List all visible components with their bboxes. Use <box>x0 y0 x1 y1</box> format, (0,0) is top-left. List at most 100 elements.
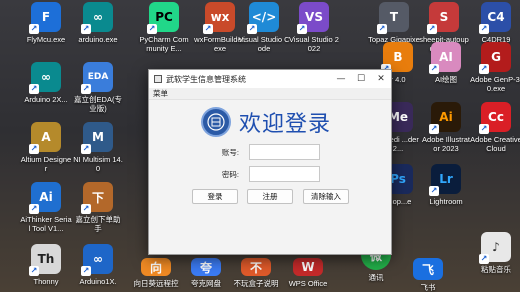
ai-draw-icon: AI ↗ <box>429 42 461 74</box>
desktop-icon-multisim[interactable]: M ↗ NI Multisim 14.0 <box>72 122 124 173</box>
vscode-icon: </> ↗ <box>247 2 279 34</box>
desktop-icon-jlc-eda[interactable]: EDA ↗ 嘉立创EDA(专业版) <box>72 62 124 113</box>
topaz-icon: T ↗ <box>377 2 409 34</box>
sheepit-icon: S ↗ <box>427 2 459 34</box>
desktop-icon-label: 嘉立创EDA(专业版) <box>74 95 122 113</box>
desktop-icon-pycharm[interactable]: PC ↗ PyCharm Community E... <box>138 2 190 53</box>
desktop-icon-wps[interactable]: W WPS Office <box>282 258 334 288</box>
thonny-icon: Th ↗ <box>29 244 61 276</box>
desktop-icon-label: arduino.exe <box>78 35 118 44</box>
desktop-icon-label: Visual Studio 2022 <box>289 35 339 53</box>
arduino-icon: ∞ ↗ <box>29 62 61 94</box>
buwan-icon: 不 <box>241 258 271 276</box>
desktop-icon-feishu[interactable]: 飞 飞书 <box>402 258 454 292</box>
emblem-icon <box>207 113 225 131</box>
desktop-icon-label: AiThinker Serial Tool V1... <box>20 215 72 233</box>
desktop-icon-arduino-exe[interactable]: ∞ ↗ arduino.exe <box>72 2 124 44</box>
desktop-icon-label: Altium Designer <box>20 155 72 173</box>
login-window: 武软学生信息管理系统 — ☐ ✕ 菜单 欢迎登录 账号: 密码: 登录 注册 清… <box>148 69 392 255</box>
desktop-icon-label: Adobe GenP-3.0.exe <box>470 75 520 93</box>
close-button[interactable]: ✕ <box>371 70 391 88</box>
desktop-icon-lightroom[interactable]: Lr ↗ Lightroom <box>420 164 472 206</box>
app-icon <box>154 75 162 83</box>
menu-item-main[interactable]: 菜单 <box>153 89 168 98</box>
desktop-icon-label: NI Multisim 14.0 <box>73 155 123 173</box>
creative-cloud-icon: Cc ↗ <box>479 102 511 134</box>
school-logo-icon <box>201 107 231 137</box>
desktop-icon-sunlogin[interactable]: 向 向日葵远程控 <box>130 258 182 288</box>
desktop-icon-label: Adobe Creative Cloud <box>470 135 520 153</box>
desktop-icon-label: 向日葵远程控 <box>133 279 179 288</box>
clear-input-button[interactable]: 清除输入 <box>303 189 349 204</box>
quark-icon: 夸 <box>191 258 221 276</box>
flymcu-icon: F ↗ <box>29 2 61 34</box>
arduino1x-icon: ∞ ↗ <box>81 244 113 276</box>
desktop-icon-illustrator[interactable]: Ai ↗ Adobe Illustrator 2023 <box>420 102 472 153</box>
desktop-icon-thonny[interactable]: Th ↗ Thonny <box>20 244 72 286</box>
music-icon: ♪ ↗ <box>479 232 511 264</box>
password-label: 密码: <box>221 170 239 179</box>
desktop-icon-label: AI绘图 <box>434 75 458 84</box>
desktop-icon-label: 夸克网盘 <box>191 279 221 288</box>
welcome-heading: 欢迎登录 <box>239 112 332 137</box>
desktop-icon-label: Adobe Illustrator 2023 <box>422 135 470 153</box>
desktop-icon-buwan[interactable]: 不 不玩盒子说明 <box>230 258 282 288</box>
register-button[interactable]: 注册 <box>247 189 293 204</box>
desktop-icon-label: Arduino1X. <box>79 277 117 286</box>
desktop-icon-label: Thonny <box>33 277 59 286</box>
desktop-icon-c4d[interactable]: C4 ↗ C4DR19 <box>470 2 520 44</box>
desktop-icon-quark[interactable]: 夸 夸克网盘 <box>180 258 232 288</box>
jlc-order-icon: 下 ↗ <box>81 182 113 214</box>
desktop-icon-label: Visual Studio Code <box>238 35 290 53</box>
title-bar[interactable]: 武软学生信息管理系统 — ☐ ✕ <box>149 70 391 88</box>
desktop-icon-altium[interactable]: A ↗ Altium Designer <box>20 122 72 173</box>
desktop-icon-label: Arduino 2X... <box>24 95 68 104</box>
account-input[interactable] <box>249 144 320 160</box>
illustrator-icon: Ai ↗ <box>429 102 461 134</box>
feishu-icon: 飞 <box>413 258 443 280</box>
desktop-icon-arduino1x[interactable]: ∞ ↗ Arduino1X. <box>72 244 124 286</box>
desktop-icon-label: 嘉立创下单助手 <box>75 215 121 233</box>
desktop-icon-label: Lightroom <box>429 197 463 206</box>
desktop-icon-label: 不玩盒子说明 <box>233 279 279 288</box>
account-row: 账号: <box>149 144 391 160</box>
pycharm-icon: PC ↗ <box>147 2 179 34</box>
c4d-icon: C4 ↗ <box>479 2 511 34</box>
desktop-icon-label: 飞书 <box>420 283 436 292</box>
desktop-icon-label: FlyMcu.exe <box>26 35 66 44</box>
password-row: 密码: <box>149 166 391 182</box>
desktop-icon-label: WPS Office <box>288 279 328 288</box>
password-input[interactable] <box>249 166 320 182</box>
desktop-icon-label: 粘贴音乐 <box>481 265 511 274</box>
maximize-button[interactable]: ☐ <box>351 70 371 88</box>
account-label: 账号: <box>221 148 239 157</box>
altium-icon: A ↗ <box>29 122 61 154</box>
desktop-icon-flymcu[interactable]: F ↗ FlyMcu.exe <box>20 2 72 44</box>
desktop-icon-label: PyCharm Community E... <box>139 35 189 53</box>
minimize-button[interactable]: — <box>331 70 351 88</box>
menu-bar: 菜单 <box>149 88 391 100</box>
visual-studio-icon: VS ↗ <box>297 2 329 34</box>
desktop-icon-visual-studio[interactable]: VS ↗ Visual Studio 2022 <box>288 2 340 53</box>
desktop-icon-aithinker[interactable]: Ai ↗ AiThinker Serial Tool V1... <box>20 182 72 233</box>
desktop-icon-ai-draw[interactable]: AI ↗ AI绘图 <box>420 42 472 84</box>
desktop-icon-jlc-order[interactable]: 下 ↗ 嘉立创下单助手 <box>72 182 124 233</box>
wxformbuilder-icon: wx ↗ <box>203 2 235 34</box>
desktop-icon-label: 通讯 <box>368 273 384 282</box>
desktop-icon-arduino-2x[interactable]: ∞ ↗ Arduino 2X... <box>20 62 72 104</box>
desktop-icon-creative-cloud[interactable]: Cc ↗ Adobe Creative Cloud <box>470 102 520 153</box>
desktop-icon-vscode[interactable]: </> ↗ Visual Studio Code <box>238 2 290 53</box>
aithinker-icon: Ai ↗ <box>29 182 61 214</box>
desktop-icon-genp[interactable]: G ↗ Adobe GenP-3.0.exe <box>470 42 520 93</box>
lightroom-icon: Lr ↗ <box>429 164 461 196</box>
wps-icon: W <box>293 258 323 276</box>
arduino-icon: ∞ ↗ <box>81 2 113 34</box>
login-button[interactable]: 登录 <box>192 189 238 204</box>
window-title: 武软学生信息管理系统 <box>166 74 246 84</box>
sunlogin-icon: 向 <box>141 258 171 276</box>
genp-icon: G ↗ <box>479 42 511 74</box>
desktop-icon-music[interactable]: ♪ ↗ 粘贴音乐 <box>470 232 520 274</box>
blender-icon: B↗ <box>381 42 413 74</box>
jlc-eda-icon: EDA ↗ <box>81 62 113 94</box>
login-banner: 欢迎登录 <box>201 106 331 138</box>
